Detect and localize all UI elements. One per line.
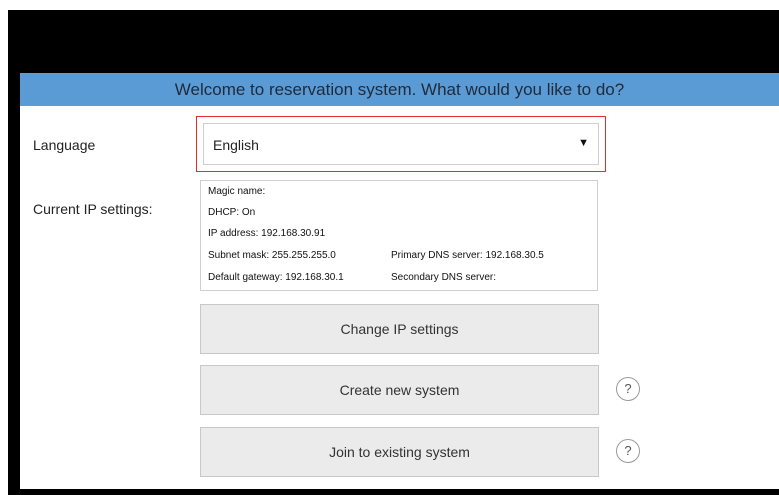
top-black-bar	[8, 10, 779, 73]
default-gateway-text: Default gateway: 192.168.30.1	[208, 272, 344, 283]
create-help-icon[interactable]: ?	[616, 377, 640, 401]
secondary-dns-text: Secondary DNS server:	[391, 272, 497, 283]
ip-settings-label: Current IP settings:	[33, 201, 153, 217]
dropdown-arrow-icon: ▼	[578, 137, 589, 149]
change-ip-button[interactable]: Change IP settings	[200, 304, 599, 354]
main-panel: Welcome to reservation system. What woul…	[20, 73, 779, 489]
bottom-black-bar	[8, 489, 779, 495]
language-select-value: English	[213, 137, 259, 153]
left-black-bar	[8, 73, 20, 495]
ip-settings-box: Magic name: DHCP: On IP address: 192.168…	[200, 180, 598, 291]
subnet-mask-text: Subnet mask: 255.255.255.0	[208, 250, 336, 261]
language-select[interactable]: English ▼	[203, 123, 599, 165]
primary-dns-text: Primary DNS server: 192.168.30.5	[391, 250, 544, 261]
join-help-icon[interactable]: ?	[616, 439, 640, 463]
welcome-header: Welcome to reservation system. What woul…	[20, 73, 779, 106]
dhcp-text: DHCP: On	[208, 207, 256, 218]
create-system-button[interactable]: Create new system	[200, 365, 599, 415]
join-system-button[interactable]: Join to existing system	[200, 427, 599, 477]
language-select-focus: English ▼	[196, 116, 606, 172]
ip-address-text: IP address: 192.168.30.91	[208, 228, 326, 239]
language-label: Language	[33, 137, 96, 153]
magic-name-text: Magic name:	[208, 186, 266, 197]
